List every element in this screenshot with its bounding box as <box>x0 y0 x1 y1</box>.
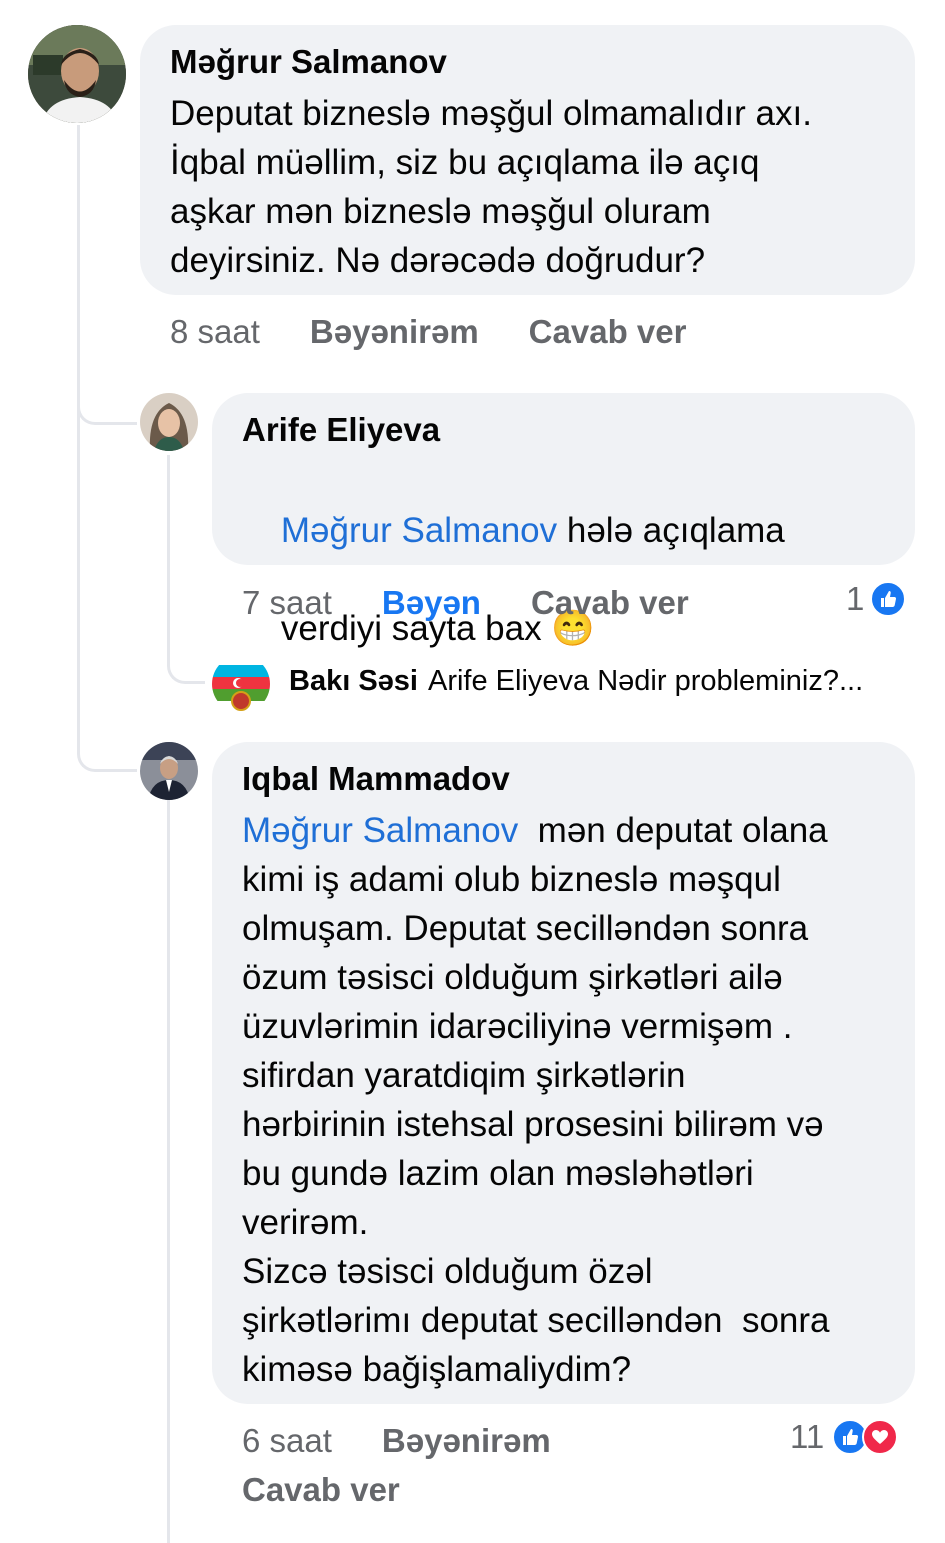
person-photo-icon <box>140 742 198 800</box>
comment-text: Məğrur Salmanov mən deputat olana kimi iş… <box>242 806 885 1394</box>
comment-text-first: mən deputat olana <box>518 811 828 850</box>
like-button[interactable]: Bəyən <box>382 583 481 623</box>
thread-line-sub-2 <box>167 800 170 1543</box>
comment-actions-2: 7 saat Bəyən Cavab ver <box>242 583 689 623</box>
reply-button[interactable]: Cavab ver <box>529 312 687 352</box>
comment-text-rest: kimi iş adami olub bizneslə məşqul olmuş… <box>242 860 830 1389</box>
reply-preview-text[interactable]: Arife Eliyeva Nədir probleminiz?... <box>428 665 863 698</box>
reaction-count: 1 <box>846 580 865 617</box>
comment-author[interactable]: Iqbal Mammadov <box>242 759 885 799</box>
like-button[interactable]: Bəyənirəm <box>310 312 479 352</box>
thread-elbow-2 <box>77 700 137 772</box>
avatar-baki-sesi[interactable] <box>212 655 270 713</box>
thread-elbow-3 <box>167 640 205 684</box>
comment-timestamp: 7 saat <box>242 584 332 621</box>
mention-link[interactable]: Məğrur Salmanov <box>242 811 518 850</box>
azerbaijan-flag-icon <box>212 655 270 713</box>
like-button[interactable]: Bəyənirəm <box>382 1421 551 1461</box>
comment-text: Deputat bizneslə məşğul olmamalıdır axı.… <box>170 94 812 280</box>
reply-button[interactable]: Cavab ver <box>242 1470 400 1510</box>
reaction-count: 11 <box>790 1418 825 1455</box>
reply-preview[interactable]: Bakı Səsi Arife Eliyeva Nədir problemini… <box>289 665 863 698</box>
comment-actions-3: 6 saat Bəyənirəm <box>242 1421 551 1461</box>
comment-text-line1: hələ açıqlama <box>557 511 785 550</box>
reaction-summary-3[interactable]: 11 <box>790 1418 899 1456</box>
reply-button[interactable]: Cavab ver <box>531 583 689 623</box>
avatar-iqbal-mammadov[interactable] <box>140 742 198 800</box>
person-photo-icon <box>28 25 126 123</box>
reply-preview-author[interactable]: Bakı Səsi <box>289 665 418 698</box>
thread-line-main-2 <box>77 425 80 715</box>
comment-bubble-3[interactable]: Iqbal Mammadov Məğrur Salmanov mən deput… <box>212 742 915 1404</box>
comment-actions-3-reply: Cavab ver <box>242 1470 400 1510</box>
comment-timestamp: 8 saat <box>170 313 260 350</box>
mention-link[interactable]: Məğrur Salmanov <box>281 511 557 550</box>
comment-bubble-2[interactable]: Arife Eliyeva Məğrur Salmanov hələ açıql… <box>212 393 915 648</box>
comment-author[interactable]: Məğrur Salmanov <box>170 42 885 82</box>
avatar-arife-eliyeva[interactable] <box>140 393 198 451</box>
thread-line-sub <box>167 455 170 655</box>
comment-bubble-1[interactable]: Məğrur Salmanov Deputat bizneslə məşğul … <box>140 25 915 295</box>
comment-timestamp: 6 saat <box>242 1422 332 1459</box>
heart-icon <box>862 1419 899 1455</box>
reaction-summary-2[interactable]: 1 <box>846 580 907 618</box>
thumbs-up-icon <box>870 581 907 617</box>
avatar-magrur-salmanov[interactable] <box>28 25 126 123</box>
comment-author[interactable]: Arife Eliyeva <box>242 410 885 450</box>
comment-actions-1: 8 saat Bəyənirəm Cavab ver <box>170 312 686 352</box>
thread-elbow-1 <box>77 380 137 425</box>
person-photo-icon <box>140 393 198 451</box>
